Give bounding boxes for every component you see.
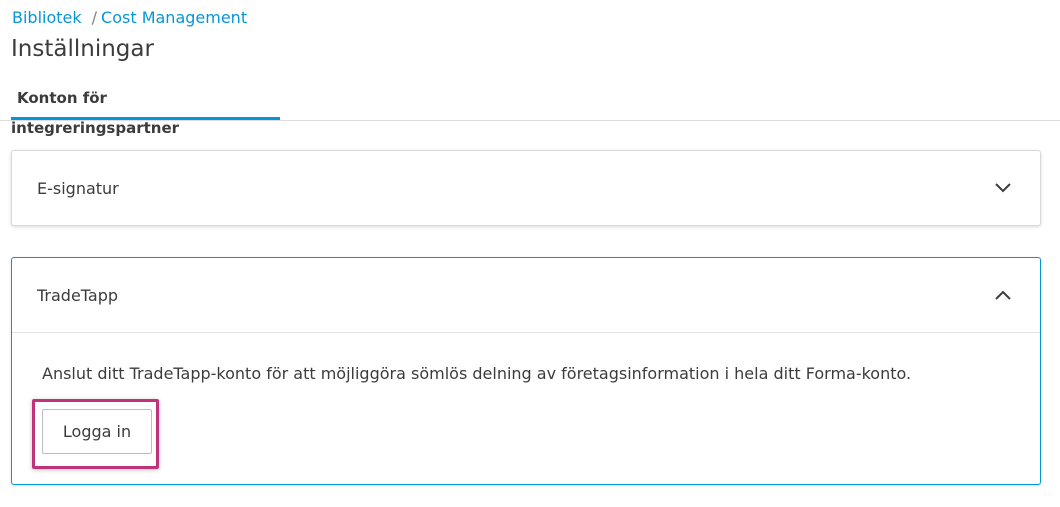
breadcrumb-item-bibliotek[interactable]: Bibliotek <box>12 7 82 29</box>
breadcrumb-item-cost-management[interactable]: Cost Management <box>101 7 247 29</box>
panel-tradetapp-header[interactable]: TradeTapp <box>12 258 1040 332</box>
login-button[interactable]: Logga in <box>42 409 152 454</box>
breadcrumb: Bibliotek / Cost Management <box>12 7 247 29</box>
panel-title: TradeTapp <box>37 285 119 305</box>
tab-integration-partner-accounts[interactable]: Konton för integreringspartner <box>11 83 280 137</box>
page-title: Inställningar <box>11 36 154 62</box>
breadcrumb-separator: / <box>91 8 98 27</box>
panel-e-signature-header[interactable]: E-signatur <box>12 151 1040 225</box>
panel-e-signature: E-signatur <box>11 150 1041 226</box>
panel-tradetapp-body: Anslut ditt TradeTapp-konto för att möjl… <box>12 333 1040 385</box>
panel-description: Anslut ditt TradeTapp-konto för att möjl… <box>42 364 912 383</box>
panel-title: E-signatur <box>37 178 119 198</box>
chevron-up-icon <box>992 284 1014 306</box>
tab-bar: Konton för integreringspartner <box>0 83 1060 137</box>
panel-tradetapp: TradeTapp Anslut ditt TradeTapp-konto fö… <box>11 257 1041 485</box>
chevron-down-icon <box>992 177 1014 199</box>
